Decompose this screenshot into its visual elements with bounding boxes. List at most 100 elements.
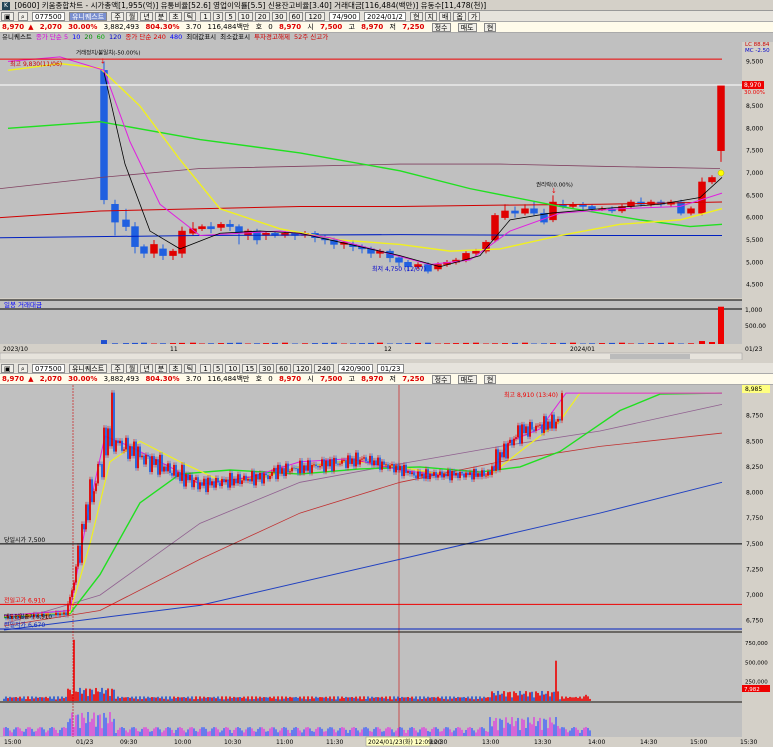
jeongsu-button-bottom[interactable]: 정수 bbox=[431, 374, 451, 384]
top-period-3[interactable]: 분 bbox=[154, 11, 168, 21]
indicator-bar bbox=[341, 727, 343, 736]
bar-count-input-bottom[interactable]: 420/900 bbox=[337, 363, 374, 373]
intraday-candle bbox=[487, 471, 489, 476]
indicator-bar bbox=[31, 728, 33, 736]
top-scroll-thumb[interactable] bbox=[610, 354, 690, 359]
bot-period-3[interactable]: 분 bbox=[154, 363, 168, 373]
intraday-volume-bar bbox=[195, 696, 197, 701]
bot-interval-3[interactable]: 15 bbox=[242, 363, 258, 373]
top-tool-button-3[interactable]: 옵 bbox=[453, 11, 466, 21]
stock-code-input-bottom[interactable]: 077500 bbox=[32, 363, 65, 373]
indicator-bar bbox=[249, 727, 251, 736]
intraday-candle bbox=[393, 464, 395, 473]
sell-button-bottom[interactable]: 매도 bbox=[457, 374, 477, 384]
indicator-bar bbox=[585, 727, 587, 736]
bot-interval-6[interactable]: 120 bbox=[293, 363, 313, 373]
intraday-volume-bar bbox=[15, 697, 17, 701]
top-candle bbox=[100, 70, 108, 201]
top-interval-4[interactable]: 20 bbox=[254, 11, 270, 21]
sell-button[interactable]: 매도 bbox=[457, 22, 477, 32]
top-chart-svg[interactable]: ↓↓ 9,5009,0008,5008,0007,5007,0006,5006,… bbox=[0, 42, 773, 360]
bot-period-5[interactable]: 틱 bbox=[183, 363, 197, 373]
lock-icon-bottom[interactable]: ▣ bbox=[1, 363, 14, 373]
price-change-bottom: 2,070 bbox=[39, 375, 62, 383]
intraday-volume-bar bbox=[561, 696, 563, 701]
bot-period-4[interactable]: 초 bbox=[169, 363, 182, 373]
date-input[interactable]: 2024/01/2 bbox=[363, 11, 406, 21]
intraday-volume-bar bbox=[393, 696, 395, 701]
bot-interval-0[interactable]: 1 bbox=[200, 363, 211, 373]
top-period-4[interactable]: 초 bbox=[169, 11, 182, 21]
top-period-1[interactable]: 월 bbox=[125, 11, 139, 21]
top-interval-5[interactable]: 30 bbox=[271, 11, 287, 21]
intraday-x-label: 01/23 bbox=[76, 739, 93, 746]
indicator-bar bbox=[25, 728, 27, 736]
bot-period-0[interactable]: 주 bbox=[111, 363, 124, 373]
intraday-volume-bar bbox=[351, 696, 353, 701]
stock-code-input[interactable]: 077500 bbox=[32, 11, 65, 21]
intraday-volume-bar bbox=[327, 698, 329, 701]
top-interval-2[interactable]: 5 bbox=[225, 11, 236, 21]
bot-interval-2[interactable]: 10 bbox=[225, 363, 241, 373]
intraday-candle bbox=[205, 478, 207, 493]
indicator-bar bbox=[527, 717, 529, 736]
stock-name-label[interactable]: 유니퀘스트 bbox=[68, 11, 108, 21]
current-button[interactable]: 현 bbox=[483, 22, 497, 32]
intraday-candle bbox=[499, 452, 501, 470]
bottom-chart-svg[interactable]: 8,750 8,500 8,250 8,000 7,750 7,500 7,250 7,000… bbox=[0, 385, 773, 747]
indicator-bar bbox=[347, 732, 349, 736]
top-period-5[interactable]: 틱 bbox=[183, 11, 197, 21]
intraday-volume-bar bbox=[167, 699, 169, 701]
intraday-volume-bar bbox=[255, 696, 257, 701]
top-period-0[interactable]: 주 bbox=[111, 11, 124, 21]
indicator-bar bbox=[235, 727, 237, 736]
top-tool-button-4[interactable]: 가 bbox=[467, 11, 481, 21]
top-tool-button-2[interactable]: 배 bbox=[439, 11, 452, 21]
price-repeat: 8,970 bbox=[278, 23, 302, 31]
top-interval-7[interactable]: 120 bbox=[305, 11, 325, 21]
bot-interval-1[interactable]: 5 bbox=[212, 363, 224, 373]
bot-interval-4[interactable]: 30 bbox=[259, 363, 275, 373]
top-volume-bar bbox=[699, 341, 705, 344]
search-icon-bottom[interactable]: ⌕ bbox=[17, 363, 28, 373]
top-interval-6[interactable]: 60 bbox=[288, 11, 304, 21]
bot-interval-5[interactable]: 60 bbox=[276, 363, 291, 373]
indicator-bar bbox=[131, 727, 133, 736]
bot-interval-7[interactable]: 240 bbox=[314, 363, 334, 373]
top-candle bbox=[708, 177, 716, 183]
intraday-volume-bar bbox=[451, 698, 453, 701]
intraday-candle bbox=[395, 465, 397, 473]
intraday-volume-bar bbox=[51, 698, 53, 701]
intraday-price-axis-label: 7,500 bbox=[746, 541, 763, 548]
indicator-bar bbox=[329, 727, 331, 736]
indicator-bar bbox=[151, 731, 153, 736]
jeongsu-button[interactable]: 정수 bbox=[431, 22, 451, 32]
indicator-bar bbox=[15, 727, 17, 736]
indicator-bar bbox=[403, 729, 405, 736]
bot-period-1[interactable]: 월 bbox=[125, 363, 139, 373]
intraday-volume-bar bbox=[533, 697, 535, 701]
amount-million-bottom: 116,484백만 bbox=[207, 375, 250, 383]
top-interval-3[interactable]: 10 bbox=[237, 11, 253, 21]
intraday-candle bbox=[447, 470, 449, 477]
search-icon[interactable]: ⌕ bbox=[17, 11, 28, 21]
top-tool-button-0[interactable]: 현 bbox=[410, 11, 423, 21]
lock-icon[interactable]: ▣ bbox=[1, 11, 14, 21]
indicator-bar bbox=[211, 728, 213, 736]
intraday-volume-bar bbox=[387, 698, 389, 701]
top-interval-0[interactable]: 1 bbox=[200, 11, 211, 21]
top-period-2[interactable]: 년 bbox=[140, 11, 153, 21]
current-button-bottom[interactable]: 현 bbox=[483, 374, 497, 384]
indicator-bar bbox=[503, 727, 505, 736]
bot-period-2[interactable]: 년 bbox=[140, 363, 153, 373]
date-input-bottom[interactable]: 01/23 bbox=[377, 363, 404, 373]
top-tool-button-1[interactable]: 지 bbox=[424, 11, 437, 21]
top-interval-1[interactable]: 3 bbox=[212, 11, 224, 21]
bottom-chart-panel: ▣ ⌕ 077500 유니퀘스트 주월년분초틱 1 5 10 15 30 60 120 240… bbox=[0, 363, 773, 385]
bar-count-input[interactable]: 74/900 bbox=[329, 11, 360, 21]
intraday-volume-bar bbox=[575, 696, 577, 701]
indicator-bar bbox=[415, 730, 417, 736]
intraday-volume-bar bbox=[13, 697, 15, 701]
intraday-candle bbox=[175, 464, 177, 477]
stock-name-label-bottom[interactable]: 유니퀘스트 bbox=[68, 363, 108, 373]
